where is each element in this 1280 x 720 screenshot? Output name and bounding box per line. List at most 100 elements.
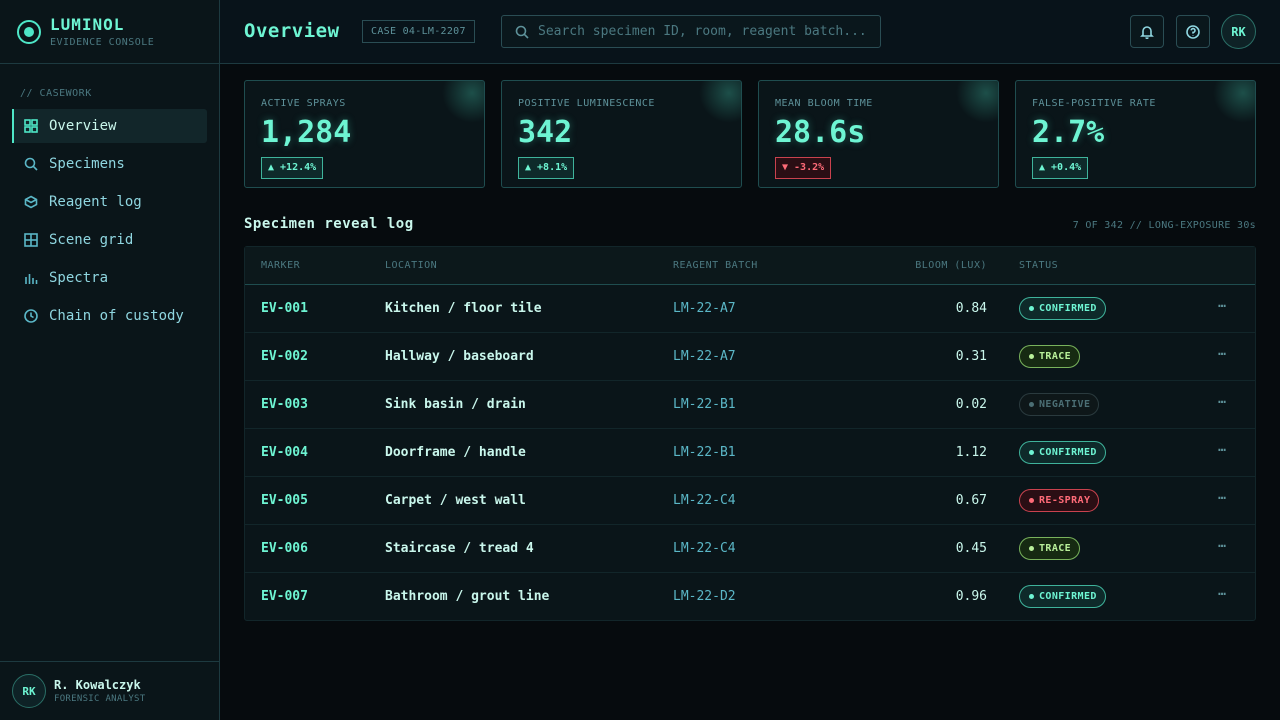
table-row[interactable]: EV-007 Bathroom / grout line LM-22-D2 0.96 C… <box>245 573 1255 621</box>
sidebar-item-overview[interactable]: Overview <box>12 109 207 143</box>
cell-bloom: 0.45 <box>955 541 987 556</box>
status-label: TRACE <box>1039 351 1072 362</box>
kpi-label: FALSE-POSITIVE RATE <box>1032 98 1156 109</box>
column-header-location[interactable]: LOCATION <box>385 260 437 271</box>
status-dot-icon <box>1029 450 1034 455</box>
cell-location: Sink basin / drain <box>385 397 526 412</box>
page-title: Overview <box>244 20 340 42</box>
column-header-batch[interactable]: REAGENT BATCH <box>673 260 758 271</box>
sidebar-item-label: Overview <box>49 118 117 134</box>
search-box[interactable] <box>501 15 881 48</box>
sidebar-item-label: Scene grid <box>49 232 134 248</box>
grid-icon <box>24 119 38 133</box>
table-row[interactable]: EV-005 Carpet / west wall LM-22-C4 0.67 RE-S… <box>245 477 1255 525</box>
case-id-chip: CASE 04-LM-2207 <box>362 20 475 43</box>
cell-reagent-batch[interactable]: LM-22-B1 <box>673 397 736 412</box>
status-dot-icon <box>1029 354 1034 359</box>
table-row[interactable]: EV-001 Kitchen / floor tile LM-22-A7 0.84 CO… <box>245 285 1255 333</box>
brand: LUMINOL EVIDENCE CONSOLE <box>0 0 219 64</box>
search-icon <box>515 25 529 39</box>
sidebar-item-label: Spectra <box>49 270 109 286</box>
column-header-bloom[interactable]: BLOOM (LUX) <box>915 260 987 271</box>
column-header-marker[interactable]: MARKER <box>261 260 300 271</box>
cell-bloom: 0.96 <box>955 589 987 604</box>
sidebar-item-spectra[interactable]: Spectra <box>12 261 207 295</box>
cell-reagent-batch[interactable]: LM-22-A7 <box>673 349 736 364</box>
cell-marker[interactable]: EV-002 <box>261 349 308 364</box>
kpi-value: 342 <box>518 115 573 150</box>
kpi-card-positive-luminescence: POSITIVE LUMINESCENCE 342 ▲ +8.1% <box>501 80 742 188</box>
sidebar-item-reagent-log[interactable]: Reagent log <box>12 185 207 219</box>
more-options-icon[interactable]: ⋯ <box>1218 443 1226 458</box>
help-icon <box>1186 24 1200 39</box>
section-title: Specimen reveal log <box>244 216 414 232</box>
cell-reagent-batch[interactable]: LM-22-C4 <box>673 541 736 556</box>
sidebar-item-label: Specimens <box>49 156 125 172</box>
kpi-delta: ▼ -3.2% <box>775 157 832 179</box>
status-dot-icon <box>1029 402 1034 407</box>
sidebar-item-scene-grid[interactable]: Scene grid <box>12 223 207 257</box>
more-options-icon[interactable]: ⋯ <box>1218 299 1226 314</box>
cell-location: Doorframe / handle <box>385 445 526 460</box>
user-name: R. Kowalczyk <box>54 678 141 692</box>
cell-status: TRACE <box>1019 345 1081 368</box>
kpi-label: POSITIVE LUMINESCENCE <box>518 98 655 109</box>
table-row[interactable]: EV-002 Hallway / baseboard LM-22-A7 0.31 TRA… <box>245 333 1255 381</box>
search-input[interactable] <box>538 24 868 39</box>
cell-reagent-batch[interactable]: LM-22-B1 <box>673 445 736 460</box>
table-body: EV-001 Kitchen / floor tile LM-22-A7 0.84 CO… <box>245 285 1255 621</box>
notifications-button[interactable] <box>1130 15 1164 48</box>
column-header-status[interactable]: STATUS <box>1019 260 1058 271</box>
sidebar-item-specimens[interactable]: Specimens <box>12 147 207 181</box>
cell-status: RE-SPRAY <box>1019 489 1100 512</box>
status-dot-icon <box>1029 546 1034 551</box>
status-label: CONFIRMED <box>1039 591 1097 602</box>
kpi-card-active-sprays: ACTIVE SPRAYS 1,284 ▲ +12.4% <box>244 80 485 188</box>
cell-reagent-batch[interactable]: LM-22-C4 <box>673 493 736 508</box>
cell-reagent-batch[interactable]: LM-22-A7 <box>673 301 736 316</box>
logo-icon <box>17 19 41 44</box>
status-label: NEGATIVE <box>1039 399 1091 410</box>
more-options-icon[interactable]: ⋯ <box>1218 347 1226 362</box>
table-row[interactable]: EV-004 Doorframe / handle LM-22-B1 1.12 CONF… <box>245 429 1255 477</box>
table-row[interactable]: EV-003 Sink basin / drain LM-22-B1 0.02 NEGA… <box>245 381 1255 429</box>
search-icon <box>24 157 38 171</box>
brand-name: LUMINOL <box>50 14 125 34</box>
cell-location: Hallway / baseboard <box>385 349 534 364</box>
flask-icon <box>24 195 38 209</box>
more-options-icon[interactable]: ⋯ <box>1218 587 1226 602</box>
more-options-icon[interactable]: ⋯ <box>1218 539 1226 554</box>
user-profile[interactable]: RK R. Kowalczyk FORENSIC ANALYST <box>0 661 219 720</box>
kpi-label: ACTIVE SPRAYS <box>261 98 346 109</box>
kpi-delta: ▲ +8.1% <box>518 157 575 179</box>
cell-marker[interactable]: EV-005 <box>261 493 308 508</box>
cell-bloom: 0.31 <box>955 349 987 364</box>
status-badge: RE-SPRAY <box>1019 489 1100 512</box>
avatar[interactable]: RK <box>1221 14 1256 49</box>
status-badge: CONFIRMED <box>1019 441 1106 464</box>
more-options-icon[interactable]: ⋯ <box>1218 491 1226 506</box>
cell-marker[interactable]: EV-007 <box>261 589 308 604</box>
sidebar-nav: Overview Specimens Reagent log Scene gri… <box>0 109 219 333</box>
sidebar-item-chain-of-custody[interactable]: Chain of custody <box>12 299 207 333</box>
cell-marker[interactable]: EV-004 <box>261 445 308 460</box>
cell-marker[interactable]: EV-001 <box>261 301 308 316</box>
kpi-card-false-positive-rate: FALSE-POSITIVE RATE 2.7% ▲ +0.4% <box>1015 80 1256 188</box>
clock-icon <box>24 309 38 323</box>
status-label: RE-SPRAY <box>1039 495 1091 506</box>
table-row[interactable]: EV-006 Staircase / tread 4 LM-22-C4 0.45 TRA… <box>245 525 1255 573</box>
status-badge: TRACE <box>1019 537 1081 560</box>
cell-bloom: 0.02 <box>955 397 987 412</box>
kpi-delta: ▲ +12.4% <box>261 157 324 179</box>
cell-status: CONFIRMED <box>1019 585 1106 608</box>
top-bar: Overview CASE 04-LM-2207 RK <box>220 0 1280 64</box>
cell-bloom: 0.67 <box>955 493 987 508</box>
cell-reagent-batch[interactable]: LM-22-D2 <box>673 589 736 604</box>
more-options-icon[interactable]: ⋯ <box>1218 395 1226 410</box>
kpi-delta: ▲ +0.4% <box>1032 157 1089 179</box>
cell-marker[interactable]: EV-003 <box>261 397 308 412</box>
status-badge: CONFIRMED <box>1019 585 1106 608</box>
status-dot-icon <box>1029 498 1034 503</box>
cell-marker[interactable]: EV-006 <box>261 541 308 556</box>
help-button[interactable] <box>1176 15 1210 48</box>
